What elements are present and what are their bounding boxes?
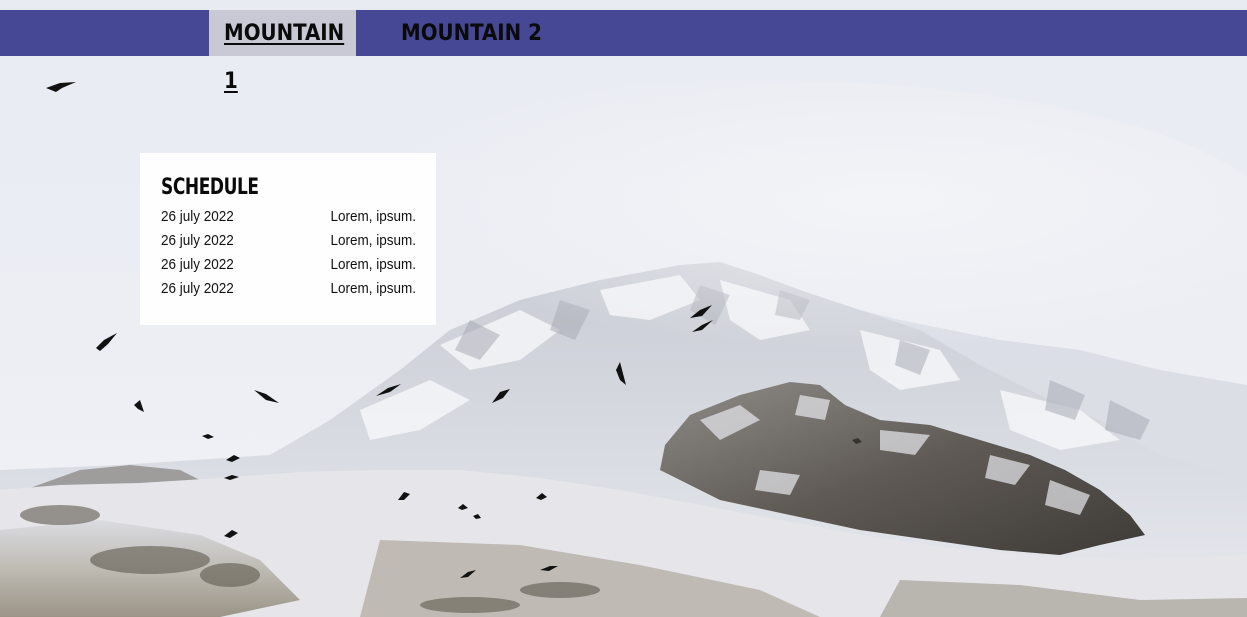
- schedule-description: Lorem, ipsum.: [330, 208, 416, 225]
- top-navigation-bar: MOUNTAIN 1 MOUNTAIN 2: [0, 10, 1247, 94]
- schedule-date: 26 july 2022: [161, 256, 234, 273]
- tab-mountain-2[interactable]: MOUNTAIN 2: [386, 10, 557, 56]
- tab-mountain-1[interactable]: MOUNTAIN 1: [209, 10, 356, 94]
- schedule-row: 26 july 2022 Lorem, ipsum.: [161, 229, 416, 253]
- schedule-date: 26 july 2022: [161, 232, 234, 249]
- schedule-row: 26 july 2022 Lorem, ipsum.: [161, 205, 416, 229]
- schedule-date: 26 july 2022: [161, 208, 234, 225]
- schedule-description: Lorem, ipsum.: [330, 256, 416, 273]
- schedule-title: SCHEDULE: [161, 175, 259, 200]
- schedule-card: SCHEDULE 26 july 2022 Lorem, ipsum. 26 j…: [140, 153, 436, 325]
- schedule-description: Lorem, ipsum.: [330, 232, 416, 249]
- schedule-row: 26 july 2022 Lorem, ipsum.: [161, 277, 416, 301]
- schedule-description: Lorem, ipsum.: [330, 280, 416, 297]
- schedule-row: 26 july 2022 Lorem, ipsum.: [161, 253, 416, 277]
- page: MOUNTAIN 1 MOUNTAIN 2 SCHEDULE 26 july 2…: [0, 0, 1247, 617]
- schedule-date: 26 july 2022: [161, 280, 234, 297]
